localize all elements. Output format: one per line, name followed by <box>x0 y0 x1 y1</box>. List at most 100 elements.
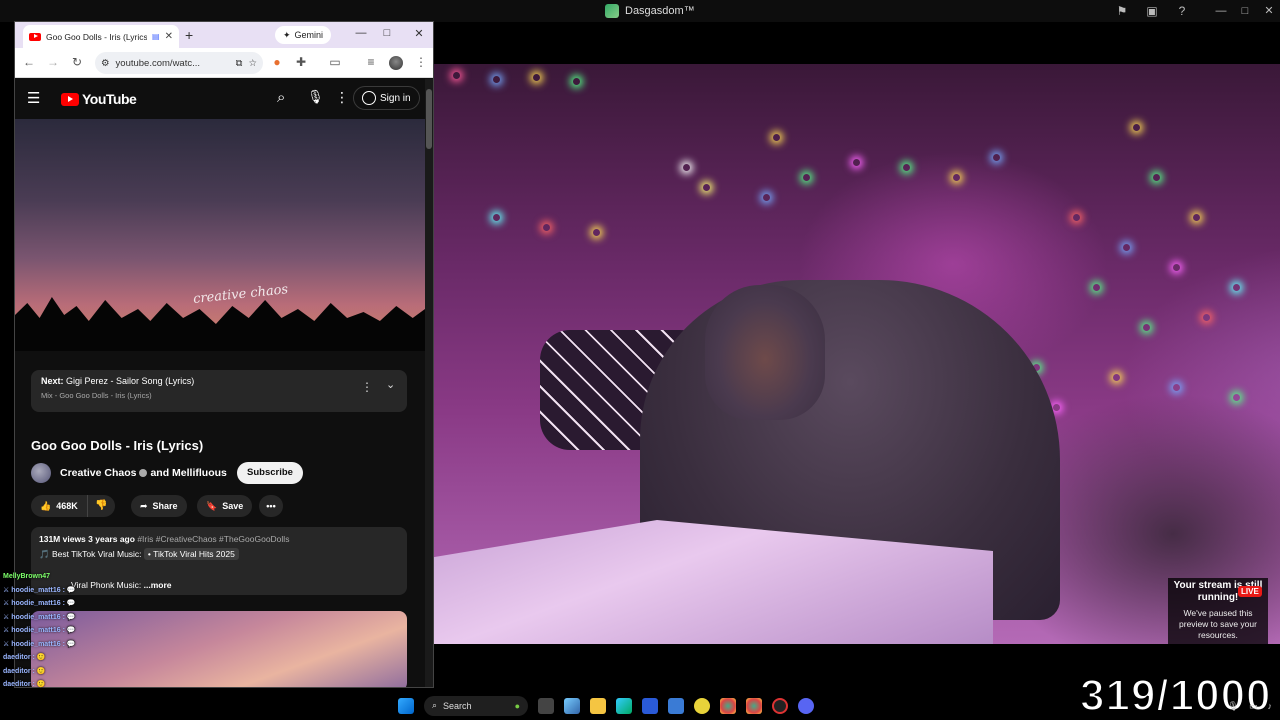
norton-icon[interactable] <box>694 697 710 714</box>
app-icon[interactable] <box>772 697 788 714</box>
chevron-down-icon[interactable]: ⌄ <box>386 378 395 391</box>
up-next-card[interactable]: Next: Gigi Perez - Sailor Song (Lyrics) … <box>31 370 407 412</box>
forward-arrow-icon[interactable]: → <box>45 55 61 69</box>
chat-user: daeditor : <box>3 667 35 675</box>
chat-user: hoodie_matt16 : <box>11 627 65 634</box>
store-icon[interactable] <box>642 697 658 714</box>
app-maximize-button[interactable]: □ <box>1236 3 1254 19</box>
youtube-logo[interactable]: YouTube <box>61 91 137 107</box>
description-line: 🎵 Best TikTok Viral Music: • TikTok Vira… <box>39 548 399 560</box>
help-icon[interactable]: ? <box>1175 4 1189 18</box>
streamer-head <box>705 285 825 420</box>
more-actions-button[interactable]: ••• <box>259 495 283 517</box>
bookmark-star-icon[interactable]: ☆ <box>248 58 257 69</box>
hamburger-menu-icon[interactable]: ☰ <box>27 89 40 107</box>
playlist-chip[interactable]: • TikTok Viral Hits 2025 <box>143 548 239 560</box>
video-player[interactable]: creative chaos <box>15 119 425 351</box>
tab-strip: Goo Goo Dolls - Iris (Lyrics) ▤ ✕ + ✦ Ge… <box>15 22 433 48</box>
search-icon[interactable]: ⌕ <box>277 89 285 106</box>
gemini-label: Gemini <box>294 30 324 40</box>
upload-age: 3 years ago <box>88 534 135 544</box>
new-tab-button[interactable]: + <box>185 27 193 43</box>
tab-title: Goo Goo Dolls - Iris (Lyrics) <box>46 31 148 42</box>
chat-user: MellyBrown47 <box>3 573 51 580</box>
network-icon[interactable]: ▭ <box>1249 701 1258 712</box>
gemini-sparkle-icon: ✦ <box>283 29 291 40</box>
media-control-icon[interactable]: ▭ <box>327 55 343 69</box>
chat-message: 💬 <box>66 600 76 607</box>
browser-maximize-button[interactable]: □ <box>379 27 395 39</box>
chat-message: 💬 <box>66 586 76 594</box>
chat-message: 🙂 <box>36 654 46 661</box>
extensions-puzzle-icon[interactable]: ✚ <box>293 55 309 69</box>
reading-list-icon[interactable]: ≡ <box>363 55 379 69</box>
chat-user: daeditor : <box>3 681 35 688</box>
edge-browser-icon[interactable] <box>616 697 632 714</box>
reload-icon[interactable]: ↻ <box>69 55 85 69</box>
thumbs-up-icon: 👍 <box>40 500 52 511</box>
windows-start-icon[interactable] <box>398 697 414 714</box>
scrollbar-thumb[interactable] <box>426 89 432 149</box>
volume-icon[interactable]: ♪ <box>1268 701 1273 711</box>
channel-name[interactable]: Creative Chaos and Mellifluous <box>60 467 227 479</box>
account-icon[interactable]: ▣ <box>1145 4 1159 18</box>
tab-youtube[interactable]: Goo Goo Dolls - Iris (Lyrics) ▤ ✕ <box>23 25 179 48</box>
chrome-profile-icon[interactable] <box>746 697 762 714</box>
install-app-icon[interactable]: ⧉ <box>236 58 243 69</box>
tab-close-icon[interactable]: ✕ <box>165 31 173 42</box>
extension-icon[interactable]: ● <box>269 55 285 69</box>
gemini-button[interactable]: ✦ Gemini <box>275 26 332 44</box>
chat-row: daeditor : 🙂 <box>3 665 113 679</box>
next-mix-label: Mix - Goo Goo Dolls - Iris (Lyrics) <box>41 391 152 400</box>
hashtags[interactable]: #Iris #CreativeChaos #TheGooGooDolls <box>137 534 289 544</box>
chat-user: hoodie_matt16 : <box>11 613 65 621</box>
chrome-icon[interactable] <box>720 697 736 714</box>
sign-in-button[interactable]: Sign in <box>353 86 420 110</box>
back-arrow-icon[interactable]: ← <box>21 55 37 69</box>
desc-line2-prefix: Best TikTok Viral Music: <box>51 549 142 559</box>
taskbar-search[interactable]: ⌕ Search ● <box>424 695 528 716</box>
app-close-button[interactable]: ✕ <box>1260 3 1278 19</box>
app-logo-icon <box>605 4 619 18</box>
share-button[interactable]: ➦ Share <box>131 495 187 517</box>
like-button[interactable]: 👍 468K 👎 <box>31 495 115 517</box>
browser-toolbar: ← → ↻ ⚙ youtube.com/watc... ⧉ ☆ ● ✚ ▭ ≡ … <box>15 48 433 78</box>
file-explorer-icon[interactable] <box>590 697 606 714</box>
save-label: Save <box>222 501 244 511</box>
discord-icon[interactable] <box>798 697 814 714</box>
system-tray: 🎙 ▭ ♪ <box>1120 696 1280 716</box>
widgets-icon[interactable] <box>564 697 580 714</box>
page-scrollbar[interactable] <box>425 79 433 687</box>
flag-icon[interactable]: ⚑ <box>1115 4 1129 18</box>
task-view-icon[interactable] <box>538 697 554 714</box>
share-arrow-icon: ➦ <box>140 500 148 511</box>
browser-menu-icon[interactable]: ⋮ <box>413 55 429 69</box>
channel-avatar[interactable] <box>31 463 51 483</box>
microphone-icon[interactable]: 🎙 <box>307 89 324 105</box>
description-meta: 131M views 3 years ago #Iris #CreativeCh… <box>39 534 399 544</box>
chat-row: ⚔ hoodie_matt16 : 💬 <box>3 613 76 621</box>
app-title: Dasgasdom™ <box>605 2 695 20</box>
save-button[interactable]: 🔖 Save <box>197 495 253 517</box>
site-info-icon[interactable]: ⚙ <box>101 58 110 69</box>
browser-minimize-button[interactable]: — <box>353 27 369 39</box>
subscribe-button[interactable]: Subscribe <box>237 462 303 484</box>
chat-message: 💬 <box>66 640 76 648</box>
outlook-icon[interactable] <box>668 697 684 714</box>
user-circle-icon <box>362 91 376 105</box>
profile-avatar[interactable] <box>389 56 403 70</box>
browser-close-button[interactable]: ✕ <box>411 27 427 40</box>
app-minimize-button[interactable]: — <box>1212 3 1230 19</box>
more-options-icon[interactable]: ⋮ <box>361 380 373 394</box>
microphone-tray-icon[interactable]: 🎙 <box>1228 701 1239 712</box>
chat-message: 🙂 <box>36 667 46 675</box>
youtube-favicon-icon <box>29 32 41 41</box>
chat-user: hoodie_matt16 : <box>11 600 65 607</box>
address-bar[interactable]: ⚙ youtube.com/watc... ⧉ ☆ <box>95 52 263 74</box>
show-more-link[interactable]: ...more <box>144 580 172 590</box>
dislike-button[interactable]: 👎 <box>86 495 115 517</box>
settings-more-icon[interactable]: ⋮ <box>335 89 349 106</box>
chat-user: daeditor : <box>3 654 35 661</box>
chat-row: MellyBrown47 <box>3 570 113 584</box>
search-icon: ⌕ <box>432 700 438 710</box>
